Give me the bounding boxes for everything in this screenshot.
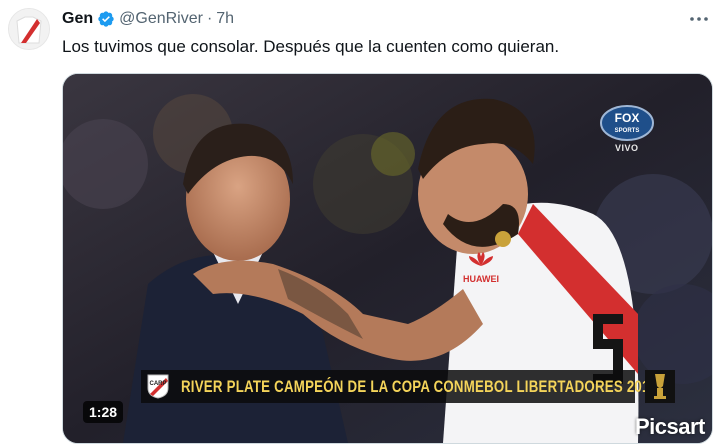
avatar[interactable] xyxy=(8,8,50,50)
separator-dot: · xyxy=(206,10,213,27)
river-plate-badge-icon: CARP xyxy=(147,374,169,399)
timestamp[interactable]: 7h xyxy=(216,10,234,28)
more-options-icon[interactable] xyxy=(684,6,714,32)
verified-badge-icon[interactable] xyxy=(97,10,115,28)
banner-text: RIVER PLATE CAMPEÓN DE LA COPA CONMEBOL … xyxy=(181,376,658,396)
author-handle[interactable]: @GenRiver xyxy=(119,10,203,28)
tweet-header: Gen @GenRiver · 7h xyxy=(62,8,234,30)
live-label: VIVO xyxy=(615,143,639,153)
video-player[interactable]: HUAWEI FOX SPORTS VIVO CARP RIVER PLATE … xyxy=(62,73,713,444)
tweet-text: Los tuvimos que consolar. Después que la… xyxy=(62,37,560,56)
svg-text:FOX: FOX xyxy=(615,111,640,125)
svg-text:CARP: CARP xyxy=(149,381,166,387)
picsart-watermark: Picsart xyxy=(635,414,705,439)
libertadores-trophy-icon xyxy=(645,370,675,403)
author-name[interactable]: Gen xyxy=(62,10,93,28)
svg-text:HUAWEI: HUAWEI xyxy=(463,274,499,284)
svg-text:SPORTS: SPORTS xyxy=(615,128,640,134)
video-duration: 1:28 xyxy=(83,401,124,423)
caption-banner: CARP RIVER PLATE CAMPEÓN DE LA COPA CONM… xyxy=(141,370,675,403)
fox-sports-logo: FOX SPORTS xyxy=(599,104,655,142)
river-jersey-avatar-icon xyxy=(9,9,49,49)
